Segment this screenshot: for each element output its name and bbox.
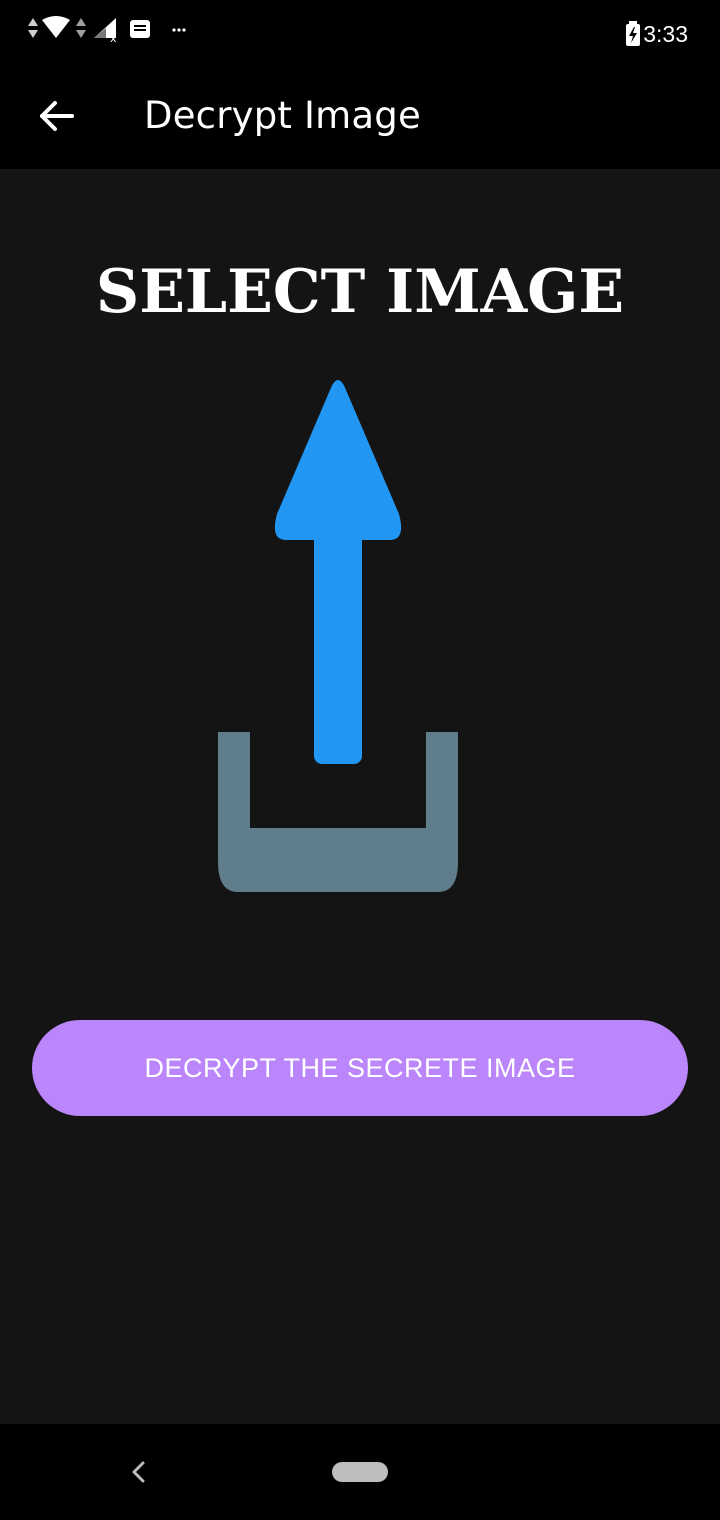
home-pill-icon[interactable] — [332, 1462, 388, 1482]
upload-icon — [218, 380, 458, 892]
navigation-bar — [0, 1424, 720, 1520]
decrypt-button[interactable]: DECRYPT THE SECRETE IMAGE — [32, 1020, 688, 1116]
more-notifications-icon — [172, 28, 186, 32]
wifi-icon — [42, 16, 70, 38]
screen: x 3:33 Decrypt Image SELECT IMAGE DECRYP… — [0, 0, 720, 1520]
status-icons-left: x — [26, 14, 206, 46]
page-title: Decrypt Image — [144, 94, 421, 137]
status-clock: 3:33 — [643, 20, 688, 47]
select-image-button[interactable] — [210, 370, 470, 900]
status-icons-right: 3:33 — [625, 18, 688, 50]
select-image-heading: SELECT IMAGE — [95, 257, 625, 327]
back-button[interactable] — [26, 86, 86, 146]
battery-charging-icon — [626, 21, 641, 46]
chevron-left-icon — [132, 1461, 145, 1483]
status-bar: x 3:33 — [0, 0, 720, 64]
notification-message-icon — [130, 20, 150, 38]
data-arrows-icon — [76, 18, 86, 38]
app-bar: Decrypt Image — [0, 64, 720, 169]
nav-back-button[interactable] — [122, 1454, 156, 1490]
arrow-back-icon — [40, 101, 74, 131]
svg-text:x: x — [110, 32, 117, 45]
signal-no-service-icon: x — [94, 18, 117, 45]
data-arrows-icon — [28, 18, 38, 38]
